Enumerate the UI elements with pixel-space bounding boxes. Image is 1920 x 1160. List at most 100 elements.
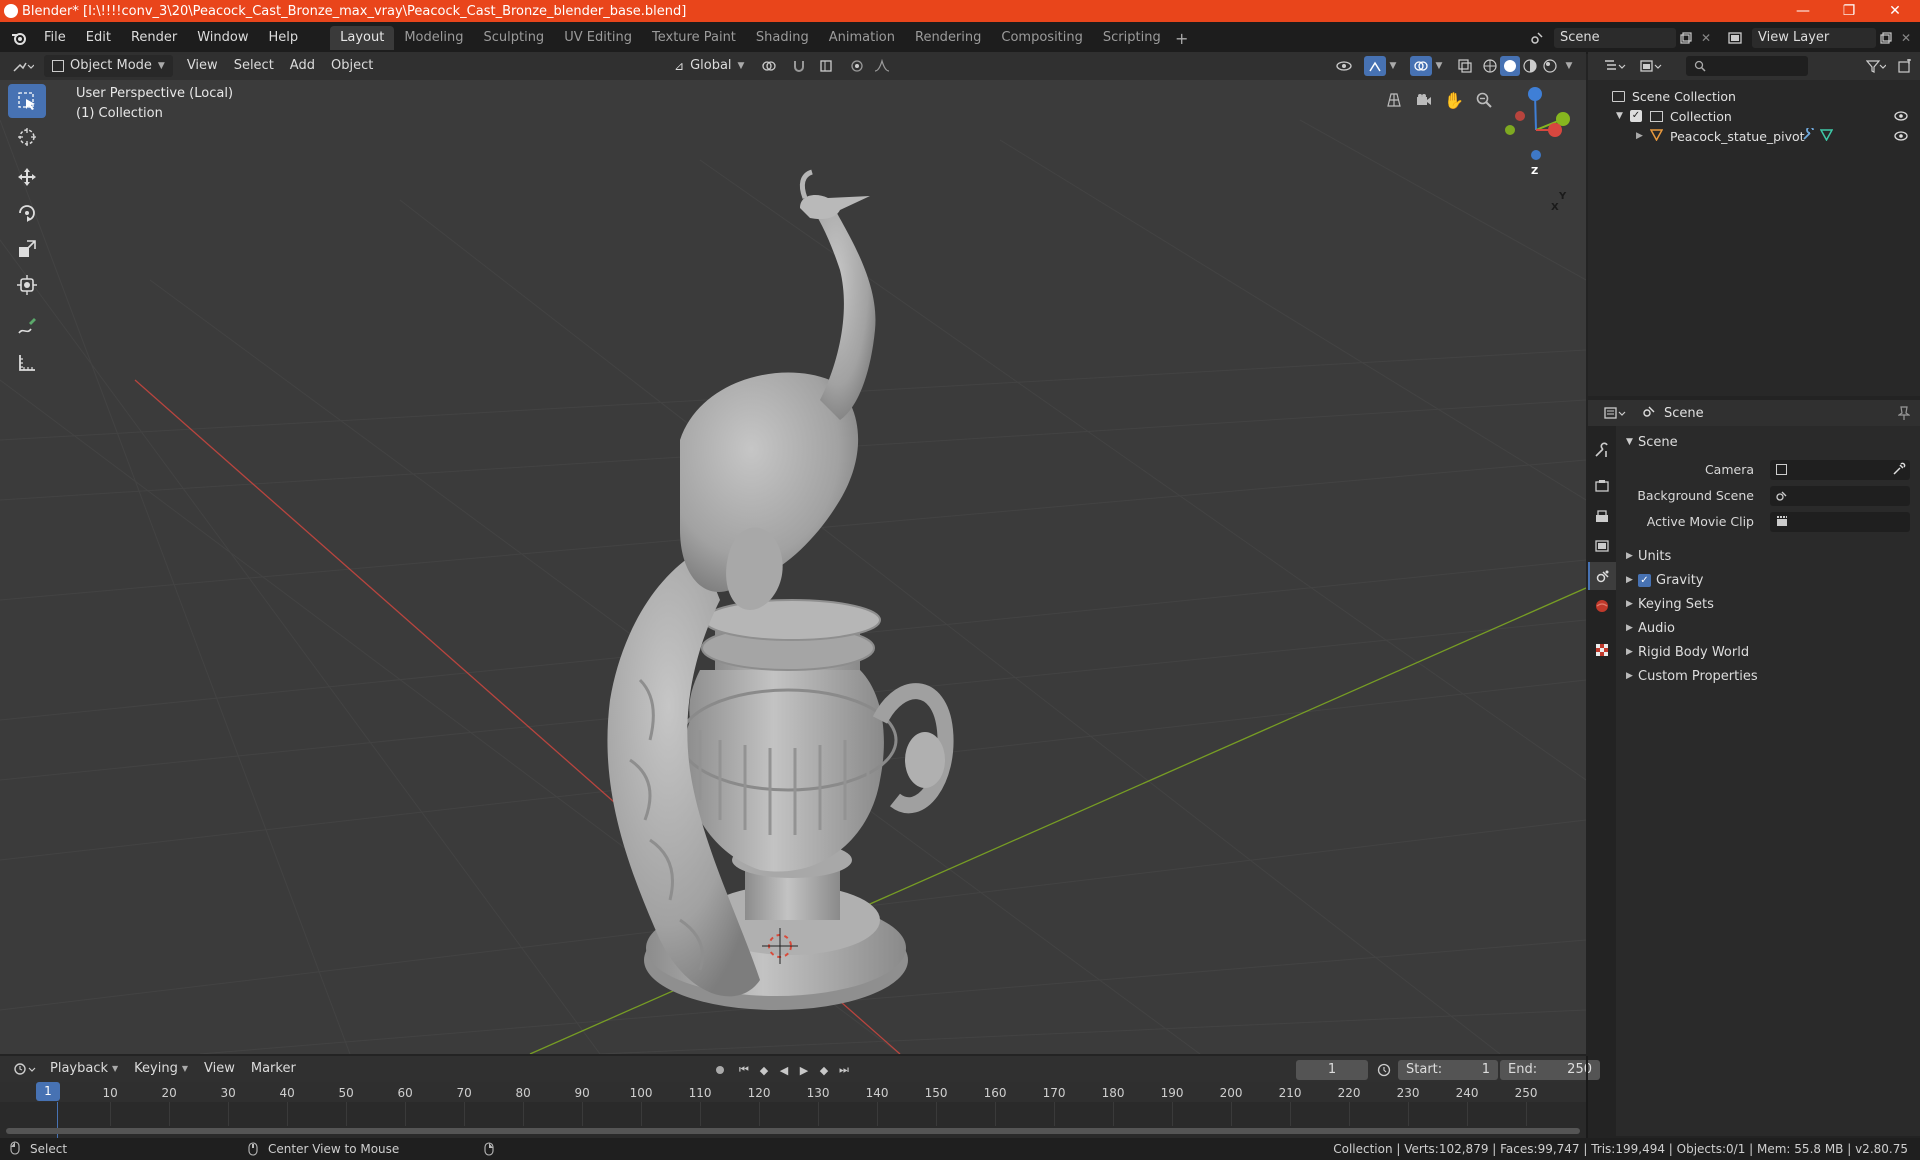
new-view-layer-icon[interactable] — [1876, 28, 1896, 48]
tab-tool-properties[interactable] — [1588, 436, 1616, 464]
tab-sculpting[interactable]: Sculpting — [473, 26, 554, 50]
menu-window[interactable]: Window — [187, 26, 258, 50]
camera-view-icon[interactable] — [1410, 86, 1438, 114]
tab-compositing[interactable]: Compositing — [991, 26, 1093, 50]
play-reverse-icon[interactable]: ◀ — [774, 1060, 794, 1080]
3d-viewport[interactable]: Z Y X User Perspective (Local) (1) Colle… — [0, 80, 1586, 1054]
close-button[interactable]: ✕ — [1872, 0, 1918, 22]
add-workspace-icon[interactable]: + — [1171, 27, 1193, 49]
material-shading-icon[interactable] — [1520, 56, 1540, 76]
tab-rendering[interactable]: Rendering — [905, 26, 991, 50]
tab-scene-properties[interactable] — [1588, 562, 1616, 590]
timeline-scrollbar[interactable] — [6, 1128, 1580, 1134]
tab-world-properties[interactable] — [1588, 592, 1616, 620]
expand-arrow-icon[interactable]: ▶ — [1636, 131, 1643, 141]
gizmo-x-label[interactable]: X — [1551, 202, 1559, 213]
menu-playback[interactable]: Playback ▼ — [42, 1058, 126, 1080]
scale-tool[interactable] — [8, 232, 46, 266]
scene-browse-icon[interactable] — [1524, 27, 1550, 49]
rotate-tool[interactable] — [8, 196, 46, 230]
tab-uv-editing[interactable]: UV Editing — [554, 26, 642, 50]
gravity-panel[interactable]: ▶ ✓ Gravity — [1616, 568, 1920, 592]
timeline-area[interactable]: 10 20 30 40 50 60 70 80 90 100 110 120 130 140 150 160 1… — [0, 1082, 1586, 1138]
new-scene-icon[interactable] — [1676, 28, 1696, 48]
pivot-point-icon[interactable] — [756, 56, 786, 76]
scene-section-header[interactable]: ▼ Scene — [1616, 430, 1920, 454]
visibility-selectability-icon[interactable] — [1330, 56, 1358, 76]
display-mode-icon[interactable] — [1636, 55, 1666, 77]
mesh-data-icon[interactable] — [1819, 128, 1834, 144]
menu-marker[interactable]: Marker — [243, 1058, 304, 1080]
gizmo-y-label[interactable]: Y — [1559, 191, 1566, 202]
cursor-tool[interactable] — [8, 120, 46, 154]
background-scene-field[interactable] — [1770, 486, 1910, 506]
view-layer-icon[interactable] — [1722, 27, 1748, 49]
overlays-dropdown-icon[interactable]: ▼ — [1432, 56, 1446, 76]
menu-view[interactable]: View — [179, 55, 226, 77]
tab-scripting[interactable]: Scripting — [1093, 26, 1171, 50]
measure-tool[interactable] — [8, 346, 46, 380]
menu-render[interactable]: Render — [121, 26, 187, 50]
active-movie-clip-field[interactable] — [1770, 512, 1910, 532]
outliner-search-input[interactable] — [1686, 56, 1808, 76]
minimize-button[interactable]: — — [1780, 0, 1826, 22]
tab-layout[interactable]: Layout — [330, 26, 395, 50]
outliner-row-scene-collection[interactable]: Scene Collection — [1588, 86, 1920, 106]
pin-icon[interactable] — [1897, 406, 1911, 424]
rendered-shading-icon[interactable] — [1540, 56, 1560, 76]
tab-shading[interactable]: Shading — [746, 26, 819, 50]
maximize-button[interactable]: ❐ — [1826, 0, 1872, 22]
current-frame-field[interactable]: 1 — [1296, 1060, 1368, 1080]
camera-field[interactable] — [1770, 460, 1910, 480]
outliner-editor-type-icon[interactable] — [1598, 55, 1632, 77]
annotate-tool[interactable] — [8, 310, 46, 344]
wireframe-shading-icon[interactable] — [1480, 56, 1500, 76]
collection-checkbox[interactable]: ✓ — [1630, 110, 1642, 122]
tab-output-properties[interactable] — [1588, 502, 1616, 530]
units-panel[interactable]: ▶ Units — [1616, 544, 1920, 568]
delete-view-layer-icon[interactable]: ✕ — [1896, 28, 1916, 48]
play-icon[interactable]: ▶ — [794, 1060, 814, 1080]
menu-select[interactable]: Select — [226, 55, 282, 77]
orientation-dropdown[interactable]: ⊿ Global ▼ — [666, 55, 752, 77]
keying-sets-panel[interactable]: ▶ Keying Sets — [1616, 592, 1920, 616]
transform-tool[interactable] — [8, 268, 46, 302]
blender-menu-icon[interactable] — [4, 26, 34, 50]
gravity-checkbox[interactable]: ✓ — [1638, 573, 1651, 587]
menu-file[interactable]: File — [34, 26, 76, 50]
jump-keyframe-forward-icon[interactable]: ◆ — [814, 1060, 834, 1080]
outliner-row-peacock-object[interactable]: ▶ Peacock_statue_pivot — [1588, 126, 1920, 146]
gizmo-dropdown-icon[interactable]: ▼ — [1386, 56, 1400, 76]
tab-animation[interactable]: Animation — [819, 26, 905, 50]
tab-modeling[interactable]: Modeling — [394, 26, 473, 50]
tab-view-layer-properties[interactable] — [1588, 532, 1616, 560]
view-layer-field[interactable]: View Layer — [1752, 28, 1876, 48]
jump-end-icon[interactable]: ⏭ — [834, 1060, 854, 1080]
zoom-view-icon[interactable] — [1470, 86, 1498, 114]
falloff-icon[interactable] — [868, 56, 896, 76]
properties-editor-type-icon[interactable] — [1598, 402, 1632, 424]
select-box-tool[interactable] — [8, 84, 46, 118]
snap-icon[interactable] — [788, 56, 810, 76]
modifier-wrench-icon[interactable] — [1802, 126, 1815, 144]
start-frame-field[interactable]: Start: 1 — [1398, 1060, 1498, 1080]
editor-type-icon[interactable] — [6, 55, 40, 77]
outliner-row-collection[interactable]: ▼ ✓ Collection — [1588, 106, 1920, 126]
custom-properties-panel[interactable]: ▶ Custom Properties — [1616, 664, 1920, 688]
rigid-body-world-panel[interactable]: ▶ Rigid Body World — [1616, 640, 1920, 664]
visibility-eye-icon[interactable] — [1894, 129, 1908, 144]
toggle-perspective-icon[interactable] — [1380, 86, 1408, 114]
move-tool[interactable] — [8, 160, 46, 194]
gizmo-toggle-icon[interactable] — [1364, 56, 1386, 76]
overlays-toggle-icon[interactable] — [1410, 56, 1432, 76]
solid-shading-icon[interactable] — [1500, 56, 1520, 76]
xray-toggle-icon[interactable] — [1454, 56, 1476, 76]
delete-scene-icon[interactable]: ✕ — [1696, 28, 1716, 48]
expand-arrow-icon[interactable]: ▼ — [1616, 111, 1623, 121]
record-icon[interactable] — [710, 1060, 730, 1080]
eyedropper-icon[interactable] — [1892, 462, 1906, 480]
tab-texture-properties[interactable] — [1588, 636, 1616, 664]
preview-range-icon[interactable] — [1374, 1060, 1394, 1080]
pan-view-icon[interactable]: ✋ — [1440, 86, 1468, 114]
timeline-editor-type-icon[interactable] — [8, 1058, 42, 1080]
